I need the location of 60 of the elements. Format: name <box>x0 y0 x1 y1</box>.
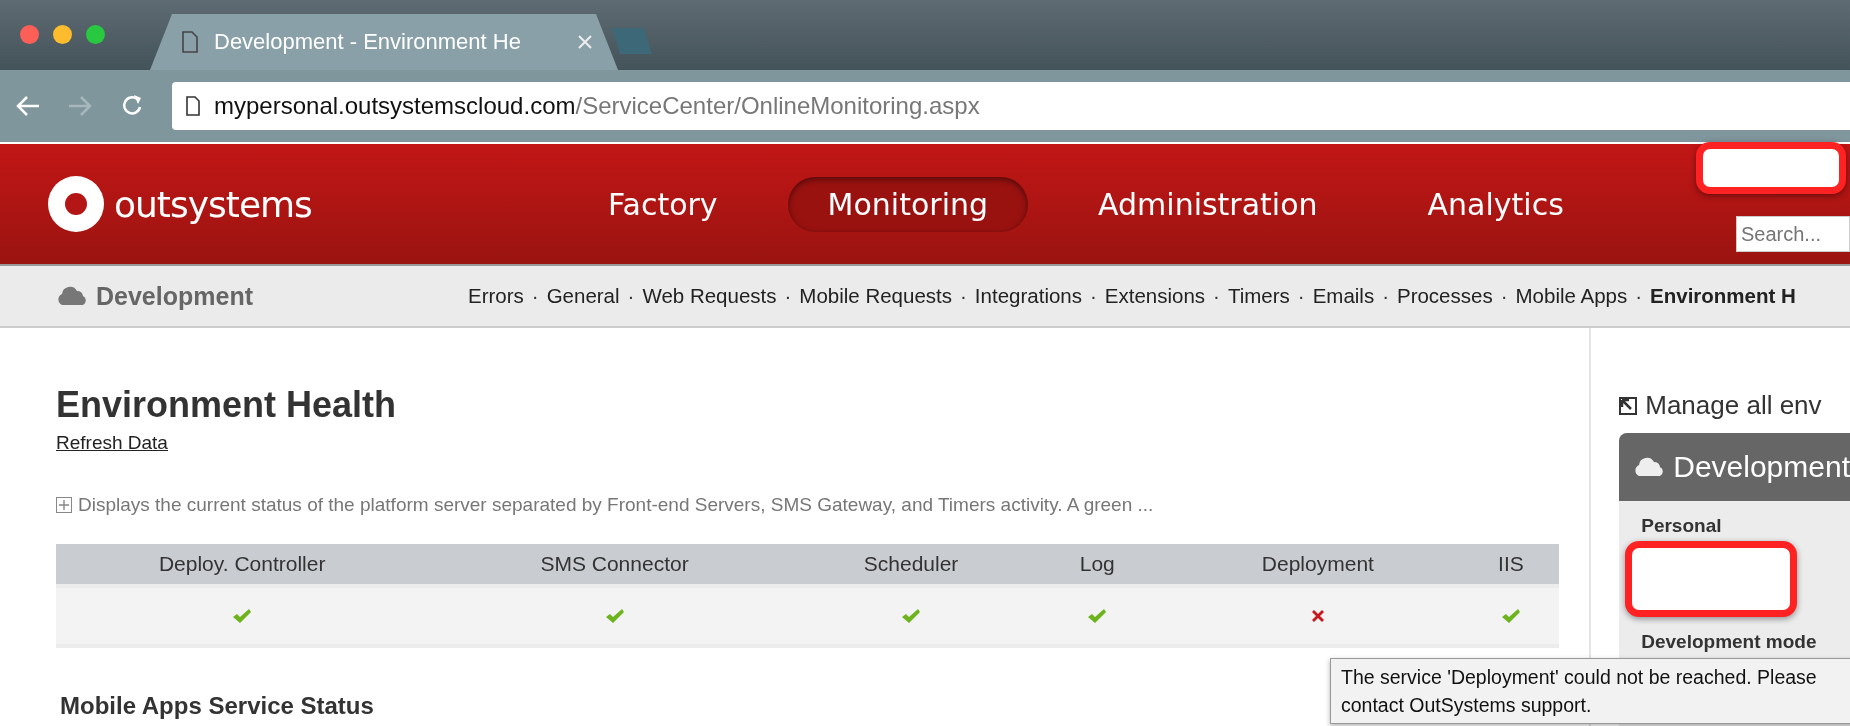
section-title: Mobile Apps Service Status <box>60 692 374 720</box>
environment-name: Development <box>96 281 254 311</box>
logo-text: outsystems <box>114 183 312 225</box>
subnav-link[interactable]: Timers <box>1227 284 1290 308</box>
separator: · <box>960 284 967 308</box>
separator: · <box>1090 284 1097 308</box>
column-header: Scheduler <box>800 544 1022 584</box>
close-window-button[interactable] <box>20 25 39 44</box>
separator: · <box>1500 284 1508 308</box>
description-text: Displays the current status of the platform server separated by Front-end Servers, SMS Gateway, and Timers activity. A green ... <box>78 494 1154 516</box>
back-button[interactable] <box>16 95 40 117</box>
separator: · <box>1382 284 1389 308</box>
subnav-link[interactable]: Errors <box>468 284 524 308</box>
close-icon[interactable] <box>578 35 592 49</box>
url-host: mypersonal.outsystemscloud.com <box>214 92 576 119</box>
subnav-link[interactable]: Extensions <box>1104 284 1206 308</box>
field-label: Personal <box>1640 514 1723 537</box>
nav-tab[interactable]: Monitoring <box>787 176 1029 232</box>
panel-title: Development <box>1673 450 1850 484</box>
logo-icon <box>48 176 104 232</box>
field-label: Development mode <box>1640 630 1818 653</box>
tab-title: Development - Environment He <box>214 29 522 55</box>
column-header: Deploy. Controller <box>56 544 429 584</box>
page-icon <box>182 31 198 53</box>
separator: · <box>1635 284 1643 308</box>
separator: · <box>784 284 792 308</box>
column-header: IIS <box>1462 544 1560 584</box>
minimize-window-button[interactable] <box>53 25 72 44</box>
search-field[interactable]: Search... <box>1736 216 1850 252</box>
subnav-link[interactable]: Processes <box>1396 284 1493 308</box>
maximize-window-button[interactable] <box>86 25 105 44</box>
separator: · <box>531 284 539 308</box>
subnav-link[interactable]: Mobile Requests <box>799 284 953 308</box>
column-header: SMS Connector <box>428 544 801 584</box>
expand-icon[interactable] <box>56 497 72 513</box>
tooltip: The service 'Deployment' could not be reached. Please contact OutSystems support. <box>1330 658 1850 724</box>
address-bar[interactable]: mypersonal.outsystemscloud.com/ServiceCenter/OnlineMonitoring.aspx <box>172 82 1850 130</box>
separator: · <box>1297 284 1305 308</box>
subnav-link[interactable]: Web Requests <box>642 284 777 308</box>
refresh-link[interactable]: Refresh Data <box>56 432 168 454</box>
page-icon <box>186 96 200 116</box>
nav-tab[interactable]: Analytics <box>1387 176 1604 232</box>
reload-button[interactable] <box>120 94 144 118</box>
separator: · <box>1213 284 1220 308</box>
external-icon <box>1619 396 1638 415</box>
cloud-icon <box>1633 457 1666 477</box>
manage-link[interactable]: Manage all env <box>1619 390 1850 421</box>
page-title: Environment Health <box>56 384 398 426</box>
column-header: Deployment <box>1173 544 1463 584</box>
subnav-link[interactable]: General <box>546 284 620 308</box>
subnav-link[interactable]: Environment H <box>1650 284 1796 308</box>
cloud-icon <box>56 286 88 306</box>
subnav-link[interactable]: Integrations <box>974 284 1082 308</box>
nav-tab[interactable]: Administration <box>1058 176 1358 232</box>
column-header: Log <box>1021 544 1174 584</box>
separator: · <box>627 284 635 308</box>
subnav-link[interactable]: Emails <box>1312 284 1375 308</box>
url-path: /ServiceCenter/OnlineMonitoring.aspx <box>575 92 980 119</box>
subnav-link[interactable]: Mobile Apps <box>1515 284 1628 308</box>
nav-tab[interactable]: Factory <box>568 176 758 232</box>
